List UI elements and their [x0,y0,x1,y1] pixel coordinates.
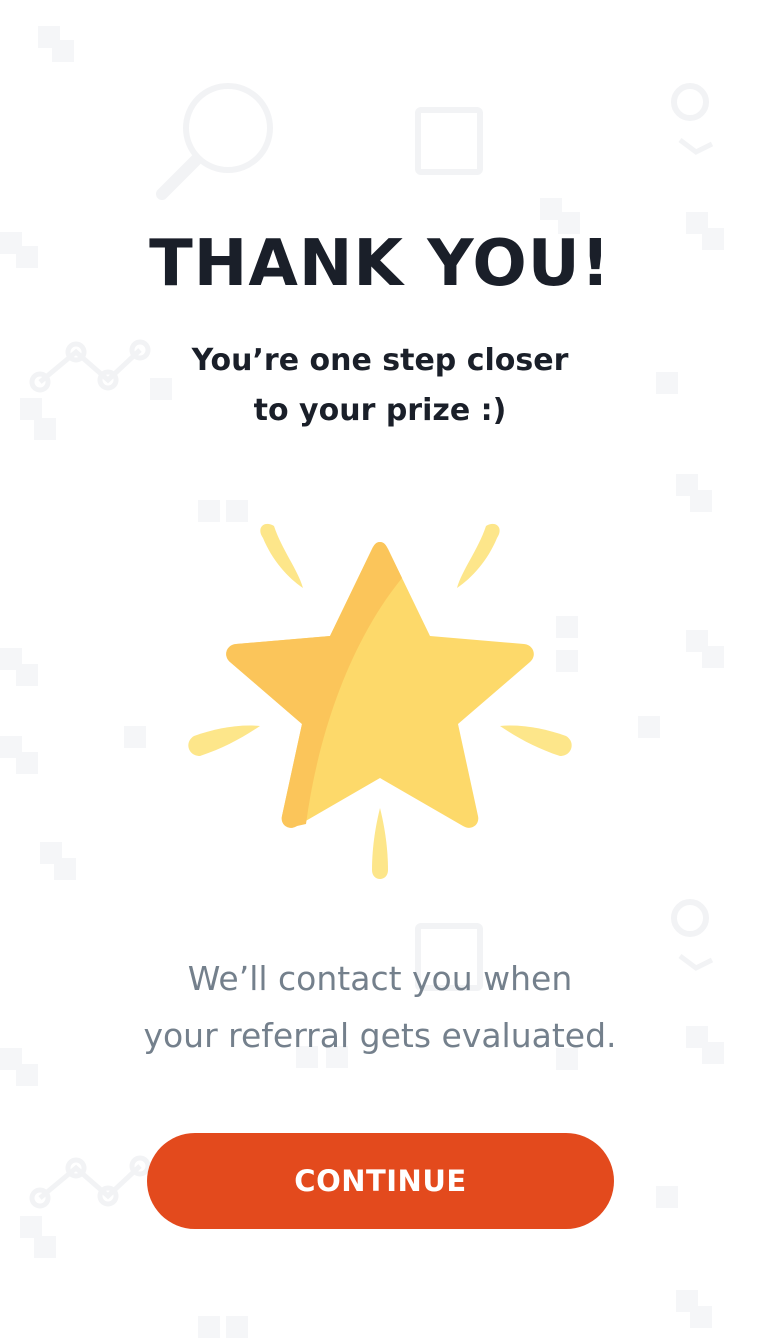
message-line: We’ll contact you when [187,959,573,998]
page-title: THANK YOU! [149,227,611,301]
continue-button[interactable]: CONTINUE [147,1133,614,1229]
subtitle-line: You’re one step closer [191,343,569,378]
thank-you-screen: THANK YOU! You’re one step closer to you… [0,0,760,1338]
message-line: your referral gets evaluated. [143,1016,617,1055]
info-message: We’ll contact you when your referral get… [0,950,760,1064]
star-shape [226,542,534,828]
star-icon [188,523,572,879]
subtitle: You’re one step closer to your prize :) [0,336,760,436]
subtitle-line: to your prize :) [253,393,507,428]
